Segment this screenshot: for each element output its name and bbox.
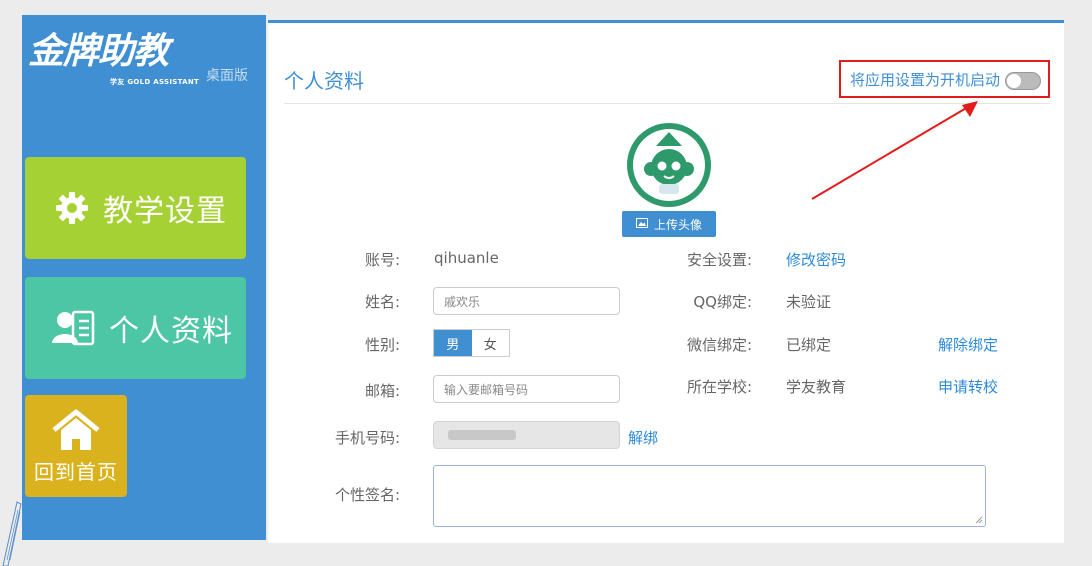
home-icon [51,408,101,452]
upload-avatar-button[interactable]: 上传头像 [622,211,716,237]
phone-unbind-link[interactable]: 解绑 [628,427,658,448]
logo-title: 金牌助教 [28,30,169,72]
upload-avatar-label: 上传头像 [653,217,702,232]
signature-textarea[interactable] [433,465,986,527]
change-password-link[interactable]: 修改密码 [786,249,846,270]
sidebar-item-label: 个人资料 [109,314,233,349]
image-icon [635,217,648,231]
phone-label: 手机号码: [334,429,400,447]
page-title: 个人资料 [284,69,364,93]
gear-icon [55,191,89,225]
sidebar-item-label: 回到首页 [34,459,118,484]
edition-label: 桌面版 [206,68,248,84]
name-field[interactable]: 戚欢乐 [433,287,620,315]
account-label: 账号: [364,251,400,269]
sidebar-item-profile[interactable]: 个人资料 [25,277,246,379]
logo-subtitle: 学友 GOLD ASSISTANT [110,78,200,86]
signature-label: 个性签名: [334,486,400,504]
email-label: 邮箱: [364,382,400,400]
transfer-school-link[interactable]: 申请转校 [938,376,998,397]
app-logo: 金牌助教 学友 GOLD ASSISTANT 桌面版 [28,29,266,109]
autostart-setting: 将应用设置为开机启动 [839,60,1050,98]
name-label: 姓名: [364,293,400,311]
wechat-label: 微信绑定: [686,336,752,354]
sidebar-item-label: 教学设置 [103,194,227,229]
phone-field [433,421,620,449]
wechat-unbind-link[interactable]: 解除绑定 [938,334,998,355]
gender-option-male[interactable]: 男 [434,330,472,356]
security-label: 安全设置: [686,251,752,269]
avatar [626,122,712,208]
sidebar: 金牌助教 学友 GOLD ASSISTANT 桌面版 教学设置 个人资料 回到首… [22,15,266,540]
autostart-label: 将应用设置为开机启动 [850,70,1001,89]
gender-selector: 男 女 [433,329,510,357]
wechat-status: 已绑定 [786,336,832,354]
school-label: 所在学校: [686,378,752,396]
annotation-arrow-icon [811,101,978,200]
gender-option-female[interactable]: 女 [472,330,510,356]
email-field[interactable]: 输入要邮箱号码 [433,375,620,403]
name-field-value: 戚欢乐 [444,294,481,309]
autostart-toggle[interactable] [1005,72,1041,90]
sidebar-item-teaching-settings[interactable]: 教学设置 [25,157,246,259]
qq-label: QQ绑定: [693,293,752,311]
gender-label: 性别: [364,336,400,354]
resize-grip-icon[interactable] [975,516,983,524]
profile-card-icon [51,309,95,347]
account-value: qihuanle [434,249,499,267]
decorative-pencil-icon [2,501,22,566]
school-value: 学友教育 [786,378,847,396]
sidebar-item-home[interactable]: 回到首页 [25,395,127,497]
email-placeholder: 输入要邮箱号码 [444,382,529,397]
qq-status: 未验证 [786,293,832,311]
